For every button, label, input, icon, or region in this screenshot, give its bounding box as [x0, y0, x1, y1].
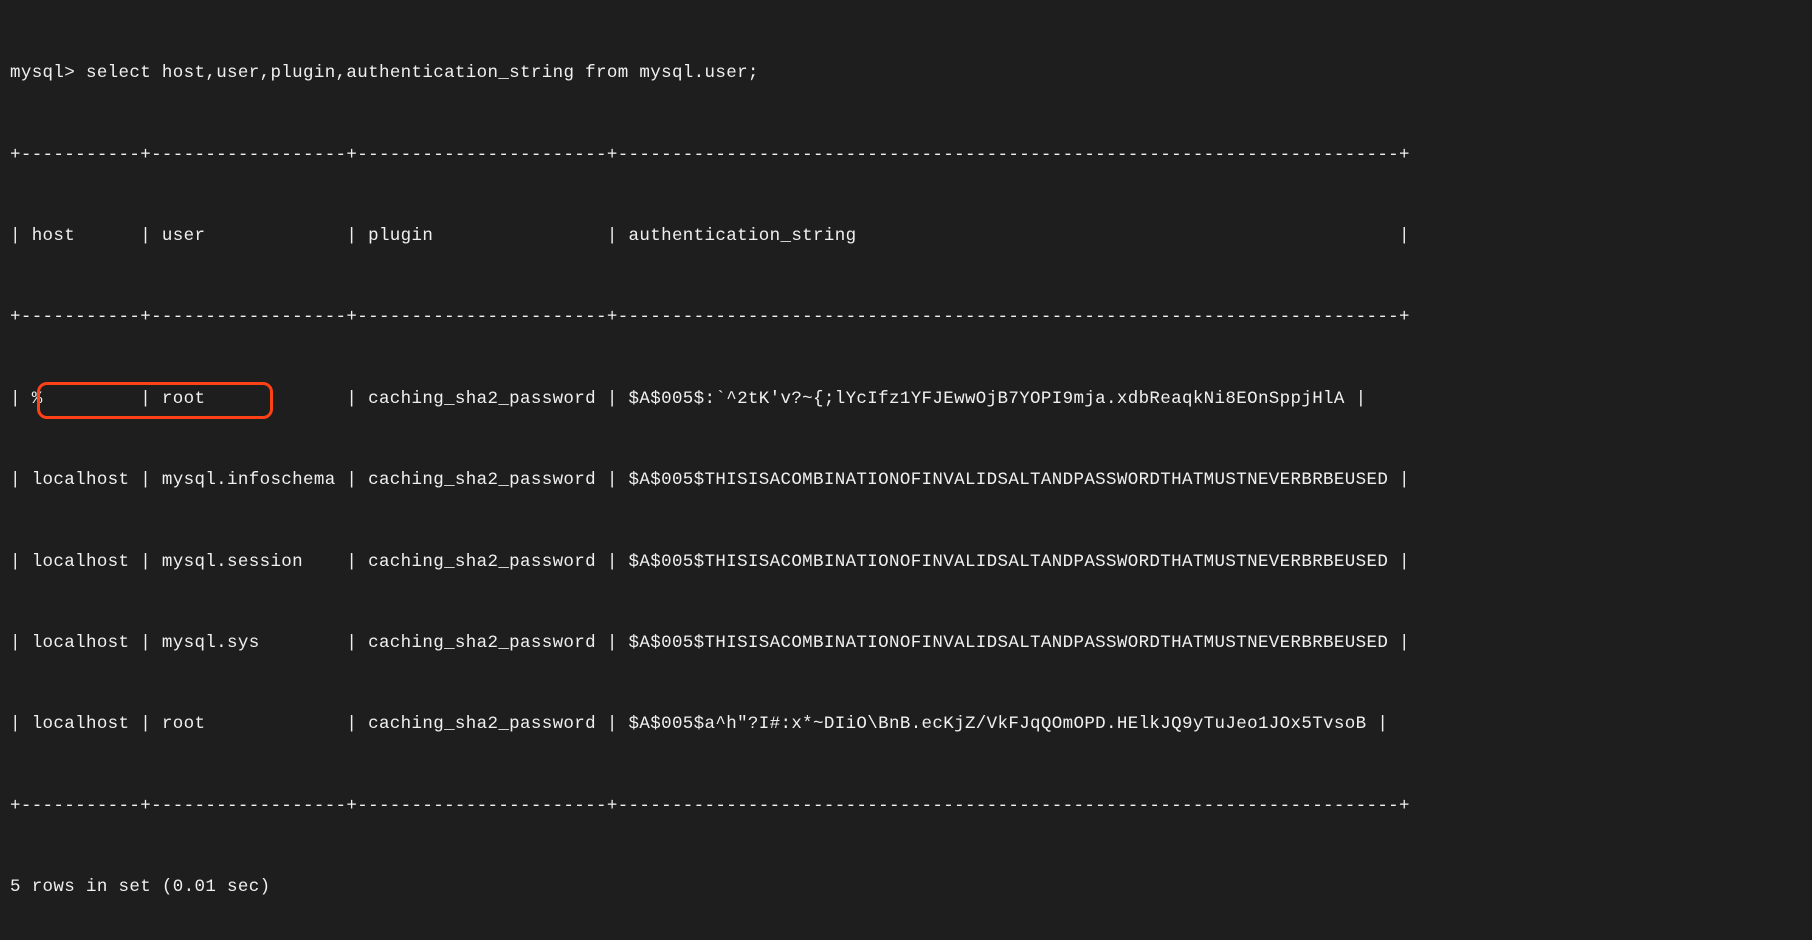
sql-query: select host,user,plugin,authentication_s… [86, 63, 759, 83]
table-row: | localhost | mysql.sys | caching_sha2_p… [10, 630, 1802, 657]
mysql-prompt: mysql> [10, 63, 86, 83]
table-row: | localhost | mysql.session | caching_sh… [10, 549, 1802, 576]
table-separator-mid: +-----------+------------------+--------… [10, 304, 1802, 331]
mysql-prompt-line: mysql> select host,user,plugin,authentic… [10, 60, 1802, 87]
table-header: | host | user | plugin | authentication_… [10, 223, 1802, 250]
terminal-output: mysql> select host,user,plugin,authentic… [0, 0, 1812, 940]
table-separator-top: +-----------+------------------+--------… [10, 142, 1802, 169]
table-row: | localhost | root | caching_sha2_passwo… [10, 711, 1802, 738]
highlight-annotation [37, 382, 273, 419]
table-row: | % | root | caching_sha2_password | $A$… [10, 386, 1802, 413]
result-footer: 5 rows in set (0.01 sec) [10, 874, 1802, 901]
table-row: | localhost | mysql.infoschema | caching… [10, 467, 1802, 494]
table-separator-bottom: +-----------+------------------+--------… [10, 793, 1802, 820]
